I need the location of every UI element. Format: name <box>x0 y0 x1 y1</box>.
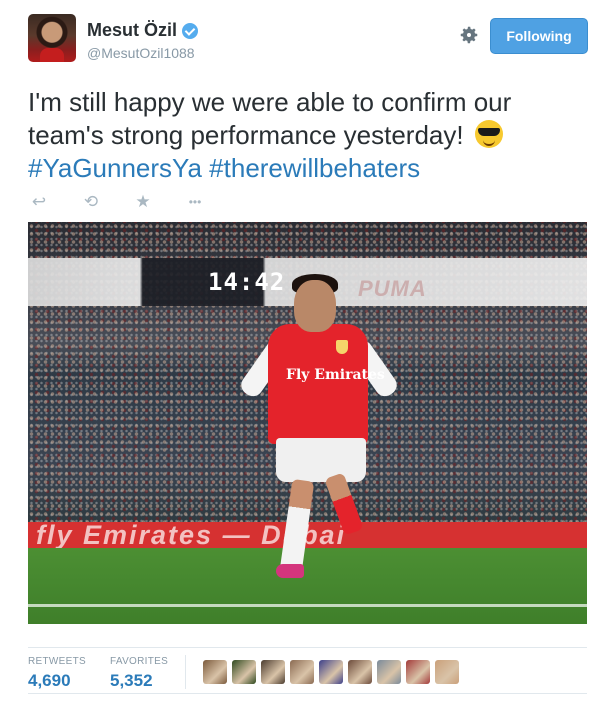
divider <box>28 647 587 648</box>
favoriter-avatars <box>203 660 464 684</box>
stats-separator <box>185 655 186 689</box>
club-crest-icon <box>336 340 348 354</box>
player-head <box>294 280 336 332</box>
shirt-sponsor: Fly Emirates <box>286 367 385 383</box>
avatar[interactable] <box>28 14 76 62</box>
tweet-actions: ↩ ⟲ ★ ••• <box>28 192 228 212</box>
hashtag-link[interactable]: #YaGunnersYa <box>28 153 202 183</box>
tweet-text: I'm still happy we were able to confirm … <box>28 86 588 185</box>
player-shirt <box>268 324 368 444</box>
favoriter-avatar[interactable] <box>406 660 430 684</box>
player-right-leg <box>324 472 364 536</box>
favoriter-avatar[interactable] <box>348 660 372 684</box>
retweets-label: RETWEETS <box>28 656 86 667</box>
retweets-count[interactable]: 4,690 <box>28 671 86 691</box>
favorites-stat[interactable]: FAVORITES 5,352 <box>110 656 168 691</box>
tweet-photo[interactable]: 14:42 PUMA fly Emirates — Dubai Fly Emir… <box>28 222 587 624</box>
gear-icon[interactable] <box>458 24 480 46</box>
player-boot <box>276 564 304 578</box>
favoriter-avatar[interactable] <box>435 660 459 684</box>
favoriter-avatar[interactable] <box>261 660 285 684</box>
tweet-header: Mesut Özil @MesutOzil1088 Following <box>28 14 588 70</box>
verified-icon <box>182 22 199 39</box>
name-row: Mesut Özil <box>87 20 199 41</box>
favoriter-avatar[interactable] <box>232 660 256 684</box>
following-button[interactable]: Following <box>490 18 588 54</box>
reply-icon[interactable]: ↩ <box>28 192 50 212</box>
favoriter-avatar[interactable] <box>290 660 314 684</box>
favorites-label: FAVORITES <box>110 656 169 667</box>
favoriter-avatar[interactable] <box>377 660 401 684</box>
favoriter-avatar[interactable] <box>319 660 343 684</box>
favoriter-avatar[interactable] <box>203 660 227 684</box>
player-shorts <box>276 438 366 482</box>
sunglasses-emoji-icon <box>474 120 503 148</box>
favorites-count[interactable]: 5,352 <box>110 671 168 691</box>
favorite-icon[interactable]: ★ <box>132 192 154 212</box>
player-figure: Fly Emirates <box>216 262 416 607</box>
player-left-leg <box>279 478 315 574</box>
retweet-icon[interactable]: ⟲ <box>80 192 102 212</box>
divider <box>28 693 587 694</box>
user-handle[interactable]: @MesutOzil1088 <box>87 45 195 61</box>
tweet-body: I'm still happy we were able to confirm … <box>28 87 512 150</box>
user-name[interactable]: Mesut Özil <box>87 20 177 41</box>
more-icon[interactable]: ••• <box>180 192 210 212</box>
hashtag-link[interactable]: #therewillbehaters <box>209 153 420 183</box>
retweets-stat[interactable]: RETWEETS 4,690 <box>28 656 86 691</box>
